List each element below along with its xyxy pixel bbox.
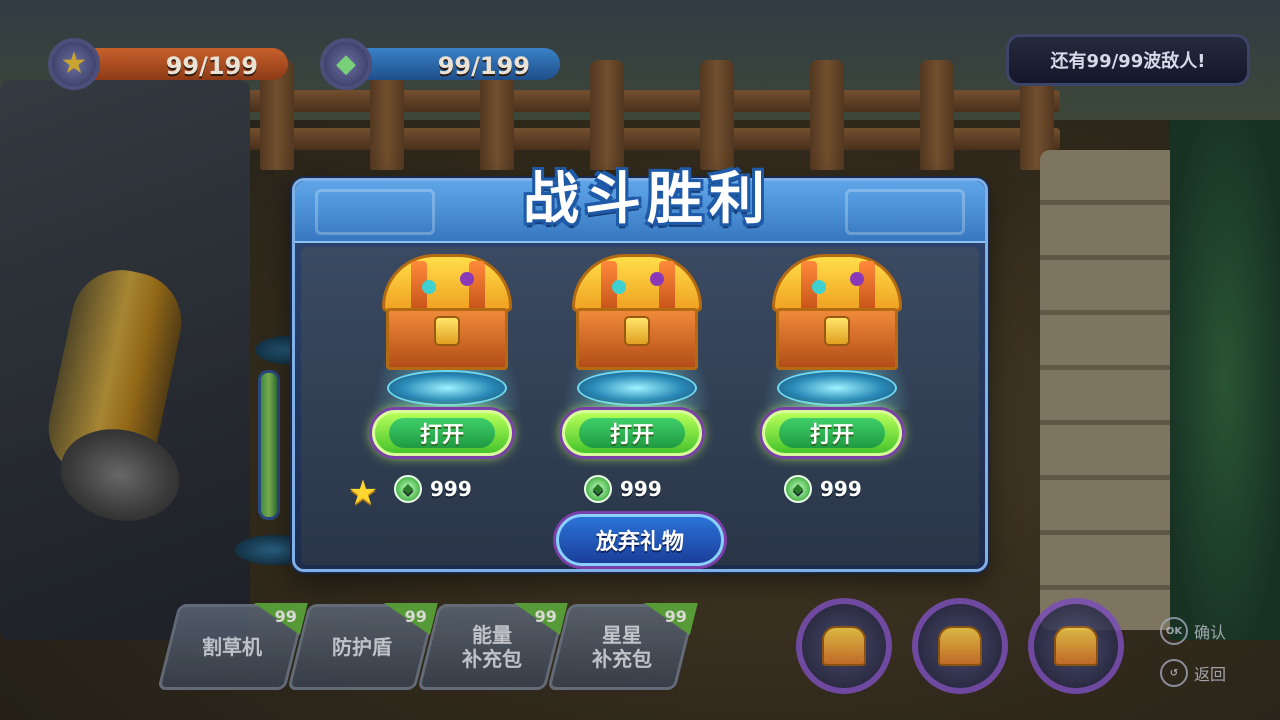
treasure-chest-icon — [822, 626, 866, 666]
reward-slot-1[interactable] — [796, 598, 892, 694]
open-chest-button-3[interactable]: 打开 — [762, 410, 902, 456]
tool-label: 防护盾 — [332, 635, 392, 659]
chest-slot-2: 打开 ◆ 999 — [552, 250, 722, 510]
star-icon: ★ — [48, 38, 100, 90]
gem-counter: ◆ 99/199 — [320, 38, 560, 90]
open-chest-button-2[interactable]: 打开 — [562, 410, 702, 456]
back-label: 返回 — [1194, 665, 1227, 684]
tool-lawnmower-button[interactable]: 99 割草机 — [157, 604, 306, 690]
tool-label: 星星 补充包 — [592, 623, 652, 671]
treasure-chest-icon — [772, 254, 902, 374]
open-chest-button-1[interactable]: 打开 — [372, 410, 512, 456]
treasure-chest-icon — [572, 254, 702, 374]
star-icon: ★ — [347, 473, 379, 513]
gem-value: 99/199 — [437, 52, 530, 80]
star-counter: ★ 99/199 — [48, 38, 288, 90]
chest-slot-1: 打开 ◆ 999 — [362, 250, 532, 510]
chest-cost-3: ◆ 999 — [784, 474, 862, 504]
reward-slot-3[interactable] — [1028, 598, 1124, 694]
give-up-gift-button[interactable]: 放弃礼物 — [556, 514, 724, 566]
chest-pedestal — [777, 370, 897, 406]
star-value: 99/199 — [165, 52, 258, 80]
victory-title: 战斗胜利 — [523, 166, 771, 232]
confirm-label: 确认 — [1194, 623, 1227, 642]
treasure-chest-icon — [382, 254, 512, 374]
gem-icon: ◆ — [394, 475, 422, 503]
reward-slot-2[interactable] — [912, 598, 1008, 694]
tool-label: 能量 补充包 — [462, 623, 522, 671]
back-hint: ↺ 返回 — [1160, 658, 1226, 688]
chest-cost-1: ◆ 999 — [394, 474, 472, 504]
gem-icon: ◆ — [784, 475, 812, 503]
gem-icon: ◆ — [584, 475, 612, 503]
tool-label: 割草机 — [202, 635, 262, 659]
chest-cost-2: ◆ 999 — [584, 474, 662, 504]
ok-key-icon: OK — [1160, 617, 1188, 645]
back-key-icon: ↺ — [1160, 659, 1188, 687]
enemy-wave-text: 还有99/99波敌人! — [1050, 51, 1206, 72]
treasure-chest-icon — [1054, 626, 1098, 666]
chest-slot-3: 打开 ◆ 999 — [752, 250, 922, 510]
chest-pedestal — [577, 370, 697, 406]
treasure-chest-icon — [938, 626, 982, 666]
tool-energy-pack-button[interactable]: 99 能量 补充包 — [417, 604, 566, 690]
confirm-hint: OK 确认 — [1160, 616, 1226, 646]
tool-star-pack-button[interactable]: 99 星星 补充包 — [547, 604, 696, 690]
chest-pedestal — [387, 370, 507, 406]
enemy-wave-notice: 还有99/99波敌人! — [1006, 34, 1250, 86]
gem-icon: ◆ — [320, 38, 372, 90]
tool-shield-button[interactable]: 99 防护盾 — [287, 604, 436, 690]
